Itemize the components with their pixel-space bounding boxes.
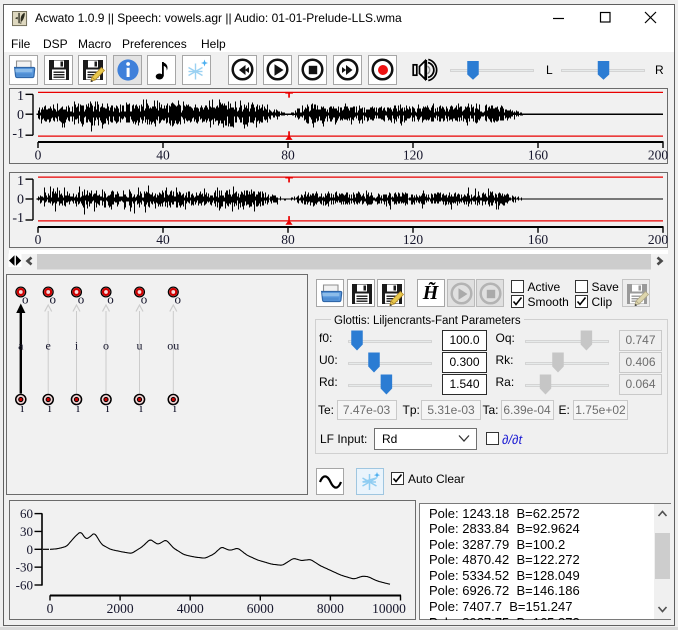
svg-text:-30: -30 (16, 560, 33, 575)
svg-text:10000: 10000 (372, 601, 406, 616)
svg-text:6000: 6000 (247, 601, 274, 616)
svg-text:0: 0 (27, 542, 34, 557)
svg-text:8000: 8000 (317, 601, 344, 616)
svg-text:30: 30 (20, 524, 33, 539)
svg-text:2000: 2000 (107, 601, 134, 616)
svg-text:-60: -60 (16, 578, 33, 593)
svg-text:0: 0 (47, 601, 54, 616)
svg-text:4000: 4000 (177, 601, 204, 616)
svg-text:60: 60 (20, 506, 33, 521)
